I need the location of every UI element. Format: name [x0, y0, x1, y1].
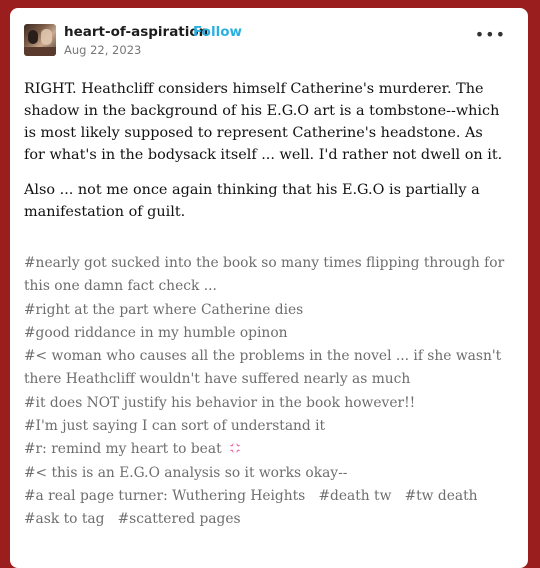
tag-link[interactable]: #tw death — [405, 488, 478, 504]
post-paragraph: Also ... not me once again thinking that… — [24, 182, 480, 220]
anger-symbol-icon — [229, 443, 241, 454]
tag-link[interactable]: #nearly got sucked into the book so many… — [24, 255, 504, 294]
tag-link[interactable]: #it does NOT justify his behavior in the… — [24, 395, 415, 411]
post-paragraph: RIGHT. Heathcliff considers himself Cath… — [24, 81, 503, 163]
post-body: RIGHT. Heathcliff considers himself Cath… — [24, 78, 504, 236]
avatar-ground — [24, 47, 56, 56]
tag-link[interactable]: #good riddance in my humble opinon — [24, 325, 288, 341]
tag-link[interactable]: #scattered pages — [118, 511, 241, 527]
tag-link[interactable]: #ask to tag — [24, 511, 104, 527]
tag-link[interactable]: #right at the part where Catherine dies — [24, 302, 303, 318]
tag-link[interactable]: #I'm just saying I can sort of understan… — [24, 418, 325, 434]
tag-link[interactable]: #r: remind my heart to beat — [24, 441, 222, 457]
blog-name-link[interactable]: heart-of-aspiration — [64, 24, 208, 40]
avatar-figure-left — [28, 30, 38, 44]
more-options-icon[interactable]: ••• — [475, 27, 506, 43]
avatar-figure-right — [41, 29, 52, 45]
tag-list: #nearly got sucked into the book so many… — [24, 252, 509, 532]
tag-link[interactable]: #< this is an E.G.O analysis so it works… — [24, 465, 347, 481]
post-header: heart-of-aspiration Follow Aug 22, 2023 … — [24, 24, 514, 64]
post-date[interactable]: Aug 22, 2023 — [64, 43, 141, 57]
tag-link[interactable]: #< woman who causes all the problems in … — [24, 348, 501, 387]
tag-link[interactable]: #death tw — [318, 488, 391, 504]
post-card: heart-of-aspiration Follow Aug 22, 2023 … — [10, 8, 528, 568]
blog-avatar[interactable] — [24, 24, 56, 56]
follow-button[interactable]: Follow — [193, 24, 242, 40]
tag-link[interactable]: #a real page turner: Wuthering Heights — [24, 488, 305, 504]
